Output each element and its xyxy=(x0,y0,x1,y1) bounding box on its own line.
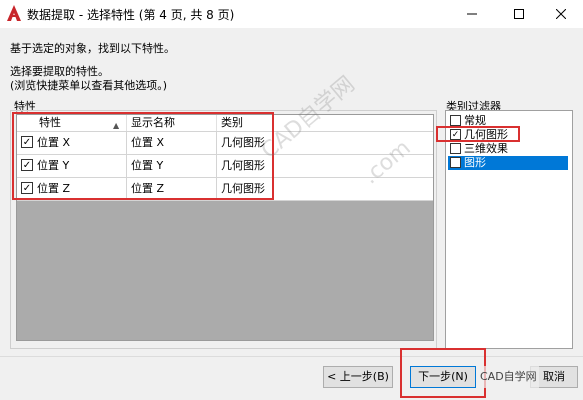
category-filter-list[interactable]: 常规 ✓ 几何图形 三维效果 图形 xyxy=(445,110,573,349)
autocad-app-icon xyxy=(7,5,21,21)
brand-watermark: CAD自学网 xyxy=(478,366,539,388)
maximize-button[interactable] xyxy=(497,0,541,28)
category-item-3d-visualization[interactable]: 三维效果 xyxy=(448,142,568,156)
category-checkbox[interactable] xyxy=(450,157,461,168)
category-item-graphics[interactable]: 图形 xyxy=(448,156,568,170)
highlight-box-next xyxy=(400,348,486,398)
hint-text: (浏览快捷菜单以查看其他选项。) xyxy=(10,79,168,92)
window-title: 数据提取 - 选择特性 (第 4 页, 共 8 页) xyxy=(27,8,235,22)
intro-text: 基于选定的对象，找到以下特性。 xyxy=(10,42,175,55)
close-button[interactable] xyxy=(539,0,583,28)
highlight-box-category xyxy=(436,126,520,142)
highlight-box-table xyxy=(12,112,274,200)
title-bar: 数据提取 - 选择特性 (第 4 页, 共 8 页) xyxy=(0,0,583,28)
minimize-icon xyxy=(467,13,477,15)
maximize-icon xyxy=(514,9,524,19)
footer-divider xyxy=(0,356,583,357)
category-checkbox[interactable] xyxy=(450,115,461,126)
category-checkbox[interactable] xyxy=(450,143,461,154)
minimize-button[interactable] xyxy=(450,0,494,28)
close-icon xyxy=(556,9,566,19)
back-button[interactable]: < 上一步(B) xyxy=(323,366,393,388)
